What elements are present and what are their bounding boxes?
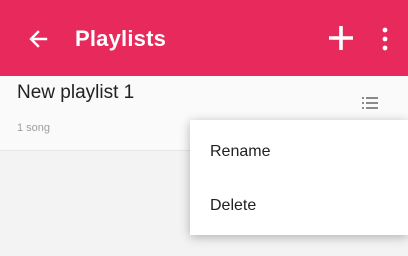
more-vertical-icon[interactable]	[378, 26, 392, 52]
rename-menu-item[interactable]: Rename	[190, 124, 408, 180]
app-bar: Playlists	[0, 0, 408, 76]
reorder-icon[interactable]	[361, 96, 379, 110]
playlist-name: New playlist 1	[17, 82, 135, 103]
page-title: Playlists	[75, 26, 167, 51]
arrow-left-icon[interactable]	[26, 27, 50, 51]
plus-icon[interactable]	[327, 24, 355, 52]
playlist-song-count: 1 song	[17, 122, 51, 134]
delete-menu-item[interactable]: Delete	[190, 178, 408, 234]
context-menu: Rename Delete	[190, 120, 408, 235]
